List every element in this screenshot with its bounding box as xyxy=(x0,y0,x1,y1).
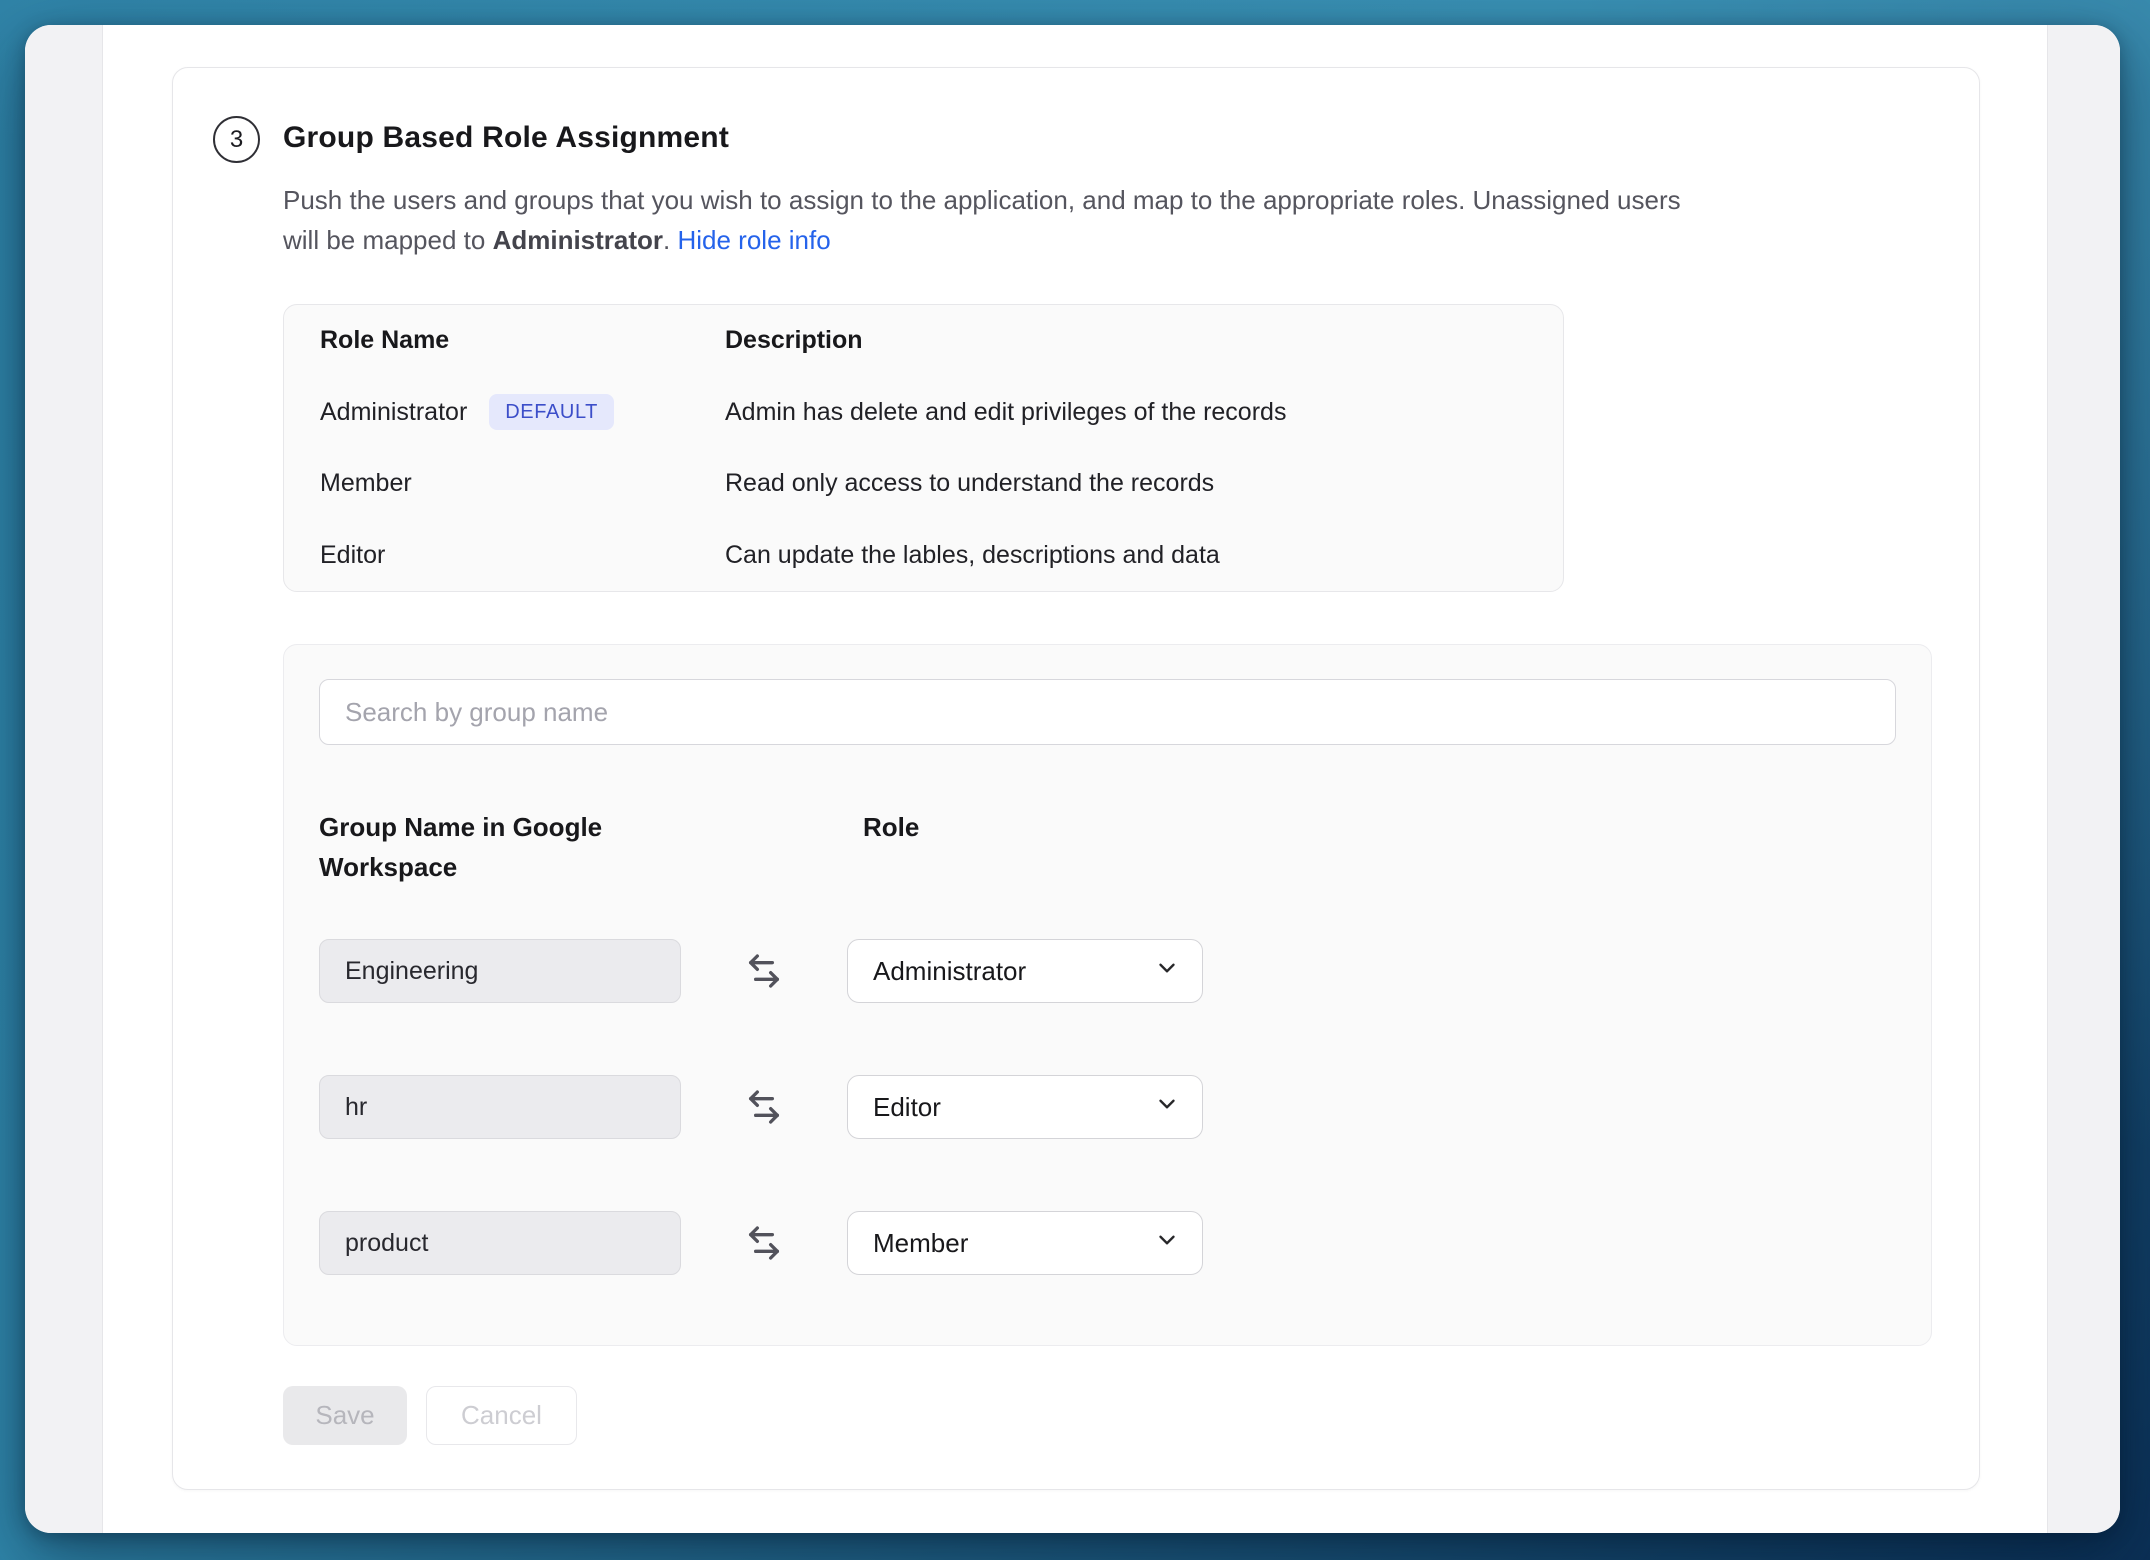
table-row-editor: Editor xyxy=(320,541,725,570)
section-title: Group Based Role Assignment xyxy=(283,116,1979,160)
hide-role-info-link[interactable]: Hide role info xyxy=(677,225,830,255)
swap-horizontal-icon xyxy=(744,1087,784,1127)
cancel-button[interactable]: Cancel xyxy=(426,1386,577,1445)
group-role-assignment-card: 3 Group Based Role Assignment Push the u… xyxy=(172,67,1980,1490)
mapping-column-headers: Group Name in Google Workspace Role xyxy=(319,807,1896,887)
role-name: Editor xyxy=(320,541,385,570)
group-mapping-panel: Group Name in Google Workspace Role Admi… xyxy=(283,644,1932,1346)
role-select-value: Editor xyxy=(873,1092,941,1123)
group-name-input xyxy=(319,939,681,1003)
description-line2: will be mapped to xyxy=(283,225,493,255)
chevron-down-icon xyxy=(1154,1091,1180,1124)
role-select[interactable]: Member xyxy=(847,1211,1203,1275)
step-number: 3 xyxy=(230,126,243,154)
chevron-down-icon xyxy=(1154,955,1180,988)
role-name: Member xyxy=(320,469,412,498)
role-select[interactable]: Administrator xyxy=(847,939,1203,1003)
group-name-input xyxy=(319,1211,681,1275)
role-description: Can update the lables, descriptions and … xyxy=(725,541,1527,570)
mapping-row-product: Member xyxy=(319,1211,1896,1275)
role-name: Administrator xyxy=(320,398,467,427)
description-line1: Push the users and groups that you wish … xyxy=(283,185,1681,215)
role-description: Admin has delete and edit privileges of … xyxy=(725,398,1527,427)
default-role-name: Administrator xyxy=(493,225,663,255)
mapping-row-hr: Editor xyxy=(319,1075,1896,1139)
page-gutter-right xyxy=(2047,25,2120,1533)
step-number-badge: 3 xyxy=(213,116,260,163)
section-description: Push the users and groups that you wish … xyxy=(283,180,1913,260)
description-period: . xyxy=(663,225,677,255)
role-select-value: Administrator xyxy=(873,956,1026,987)
chevron-down-icon xyxy=(1154,1227,1180,1260)
role-select[interactable]: Editor xyxy=(847,1075,1203,1139)
role-info-table: Role Name Description Administrator DEFA… xyxy=(283,304,1564,592)
header-spacer xyxy=(681,807,847,887)
description-column-header: Description xyxy=(725,326,1527,355)
default-badge: DEFAULT xyxy=(489,394,614,430)
save-button[interactable]: Save xyxy=(283,1386,407,1445)
swap-horizontal-icon xyxy=(744,1223,784,1263)
role-name-column-header: Role Name xyxy=(320,326,725,355)
group-name-input xyxy=(319,1075,681,1139)
app-window: 3 Group Based Role Assignment Push the u… xyxy=(25,25,2120,1533)
form-actions: Save Cancel xyxy=(283,1386,1979,1445)
page-gutter-left xyxy=(25,25,103,1533)
group-name-column-header: Group Name in Google Workspace xyxy=(319,807,634,887)
role-description: Read only access to understand the recor… xyxy=(725,469,1527,498)
role-select-value: Member xyxy=(873,1228,968,1259)
search-input[interactable] xyxy=(319,679,1896,745)
table-row-administrator: Administrator DEFAULT xyxy=(320,394,725,430)
table-row-member: Member xyxy=(320,469,725,498)
mapping-row-engineering: Administrator xyxy=(319,939,1896,1003)
role-column-header: Role xyxy=(847,807,1203,887)
swap-horizontal-icon xyxy=(744,951,784,991)
